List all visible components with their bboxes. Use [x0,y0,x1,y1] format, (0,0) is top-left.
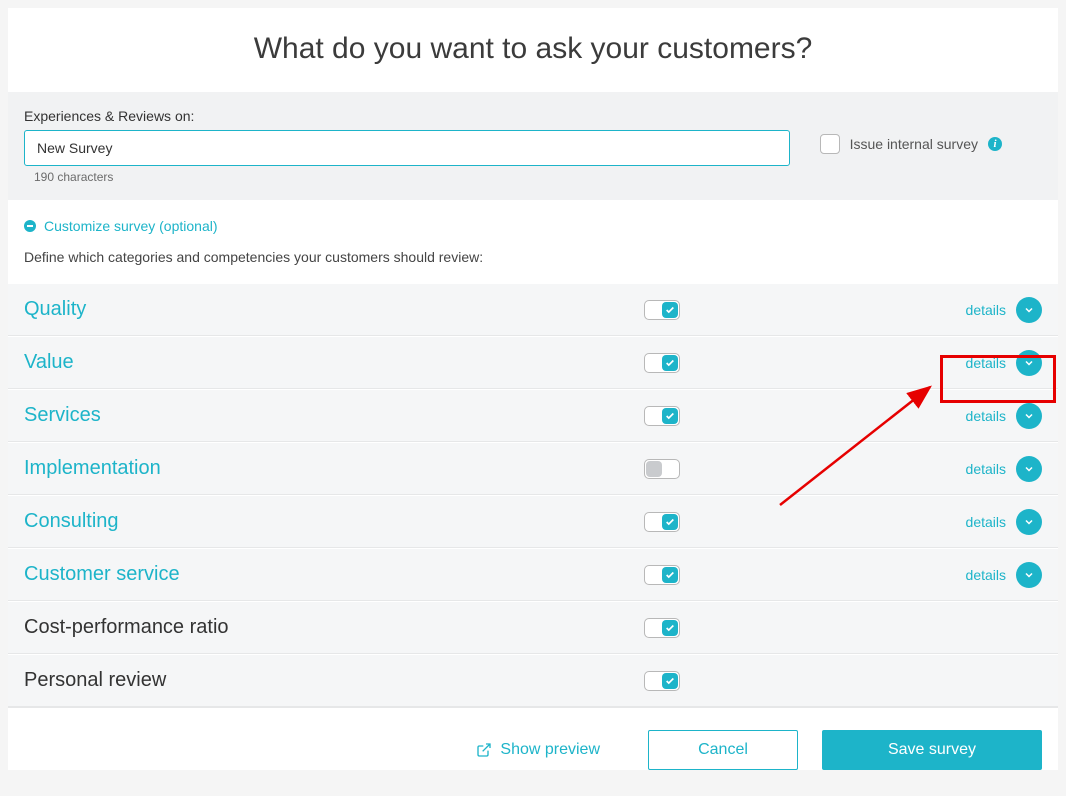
category-toggle[interactable] [644,459,680,479]
expand-button[interactable] [1016,297,1042,323]
category-row: Consulting details [8,495,1058,548]
chevron-down-icon [1023,516,1035,528]
expand-button[interactable] [1016,509,1042,535]
customize-description: Define which categories and competencies… [24,249,1042,265]
customize-link-text: Customize survey (optional) [44,218,218,234]
check-icon [665,305,675,315]
survey-name-label: Experiences & Reviews on: [24,108,790,124]
category-row: Quality details [8,283,1058,336]
chevron-down-icon [1023,463,1035,475]
category-title: Personal review [24,669,644,692]
show-preview-button[interactable]: Show preview [476,741,600,759]
show-preview-label: Show preview [500,741,600,759]
check-icon [665,676,675,686]
survey-form-area: Experiences & Reviews on: 190 characters… [8,92,1058,200]
chevron-down-icon [1023,304,1035,316]
expand-button[interactable] [1016,456,1042,482]
footer-actions: Show preview Cancel Save survey [8,707,1058,770]
issue-internal-checkbox[interactable] [820,134,840,154]
category-title[interactable]: Quality [24,298,644,321]
chevron-down-icon [1023,569,1035,581]
category-toggle[interactable] [644,671,680,691]
chevron-down-icon [1023,410,1035,422]
collapse-icon [24,220,36,232]
category-toggle[interactable] [644,300,680,320]
page-title: What do you want to ask your customers? [24,32,1042,66]
category-row: Customer service details [8,548,1058,601]
check-icon [665,623,675,633]
expand-button[interactable] [1016,562,1042,588]
details-link[interactable]: details [966,408,1006,424]
page-heading-block: What do you want to ask your customers? [8,8,1058,92]
category-toggle[interactable] [644,406,680,426]
annotation-highlight-box [940,355,1056,403]
details-link[interactable]: details [966,514,1006,530]
cancel-button[interactable]: Cancel [648,730,798,770]
category-title[interactable]: Value [24,351,644,374]
category-toggle[interactable] [644,512,680,532]
category-title: Cost-performance ratio [24,616,644,639]
category-row: Personal review [8,654,1058,707]
category-row: Cost-performance ratio [8,601,1058,654]
check-icon [665,517,675,527]
category-row: Services details [8,389,1058,442]
category-row: Implementation details [8,442,1058,495]
check-icon [665,411,675,421]
category-title[interactable]: Customer service [24,563,644,586]
categories-list: QualitydetailsValuedetailsServicesdetail… [8,283,1058,707]
category-row: Valuedetails [8,336,1058,389]
save-button[interactable]: Save survey [822,730,1042,770]
customize-survey-toggle[interactable]: Customize survey (optional) [24,218,218,234]
category-title[interactable]: Consulting [24,510,644,533]
category-toggle[interactable] [644,353,680,373]
category-toggle[interactable] [644,565,680,585]
survey-name-input[interactable] [24,130,790,166]
issue-internal-label: Issue internal survey [850,136,978,152]
external-link-icon [476,742,492,758]
survey-name-charcount: 190 characters [24,166,790,184]
expand-button[interactable] [1016,403,1042,429]
customize-section-header: Customize survey (optional) Define which… [8,200,1058,283]
info-icon[interactable]: i [988,137,1002,151]
check-icon [665,358,675,368]
check-icon [665,570,675,580]
category-toggle[interactable] [644,618,680,638]
details-link[interactable]: details [966,302,1006,318]
details-link[interactable]: details [966,567,1006,583]
category-title[interactable]: Implementation [24,457,644,480]
details-link[interactable]: details [966,461,1006,477]
category-title[interactable]: Services [24,404,644,427]
